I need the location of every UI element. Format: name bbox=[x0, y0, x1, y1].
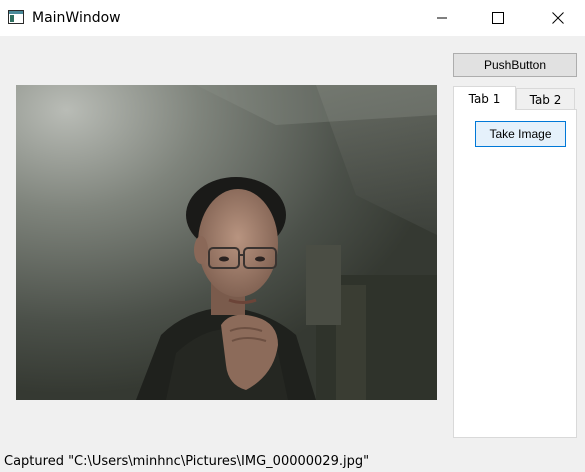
app-window-icon bbox=[8, 10, 24, 24]
status-bar-message: Captured "C:\Users\minhnc\Pictures\IMG_0… bbox=[4, 454, 370, 469]
close-button[interactable] bbox=[535, 0, 581, 36]
tab-1[interactable]: Tab 1 bbox=[453, 86, 516, 110]
push-button[interactable]: PushButton bbox=[453, 53, 577, 77]
take-image-button[interactable]: Take Image bbox=[475, 121, 566, 147]
maximize-button[interactable] bbox=[475, 0, 521, 36]
close-icon bbox=[552, 12, 564, 24]
minimize-button[interactable] bbox=[419, 0, 465, 36]
tab-panel bbox=[453, 109, 577, 438]
camera-photo bbox=[16, 85, 437, 400]
minimize-icon bbox=[437, 17, 447, 19]
window-title: MainWindow bbox=[32, 10, 121, 26]
maximize-icon bbox=[492, 12, 504, 24]
tab-2[interactable]: Tab 2 bbox=[516, 88, 575, 110]
camera-preview bbox=[16, 85, 437, 400]
main-window: MainWindow PushButton Tab 1 Tab 2 Take I… bbox=[0, 0, 585, 472]
title-bar[interactable]: MainWindow bbox=[0, 0, 585, 36]
